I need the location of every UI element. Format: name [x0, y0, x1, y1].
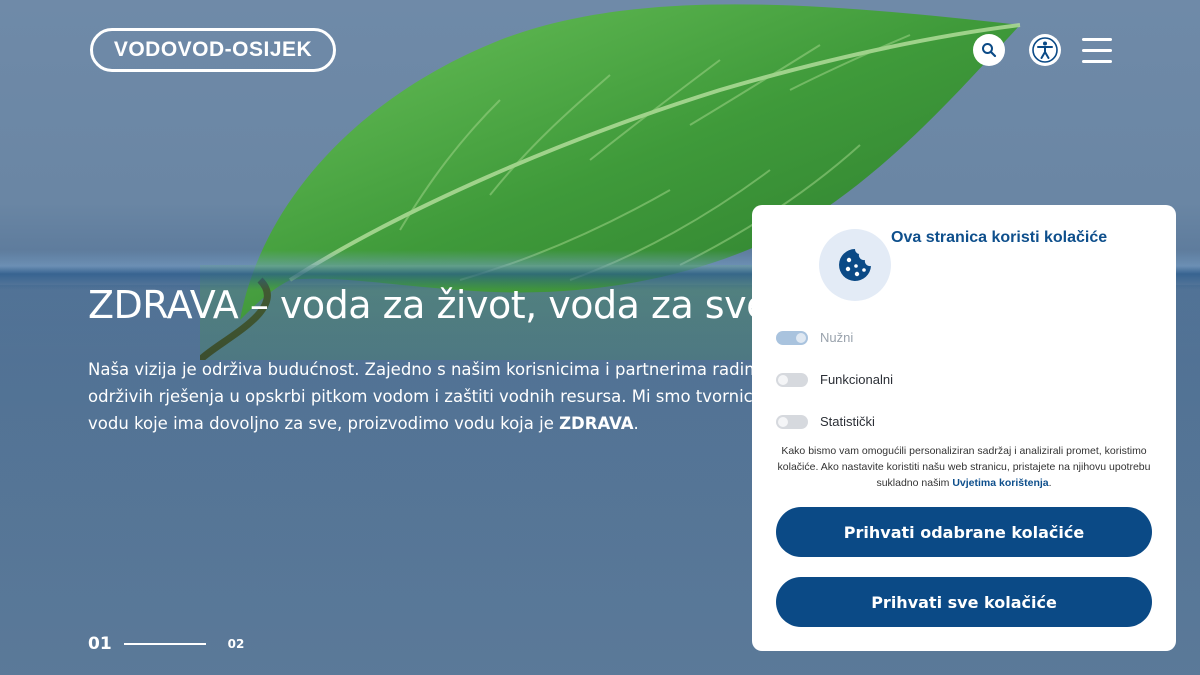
pager-current[interactable]: 01 [88, 634, 112, 654]
pager-next[interactable]: 02 [228, 637, 245, 651]
cookie-description-end: . [1048, 477, 1052, 489]
search-icon [982, 43, 997, 58]
hero-title: ZDRAVA – voda za život, voda za sve [88, 283, 769, 327]
cookie-option-necessary: Nužni [776, 330, 853, 345]
toggle-functional[interactable] [776, 372, 808, 387]
slider-pager: 01 02 [88, 634, 244, 654]
hero-text-emphasis: ZDRAVA [559, 414, 634, 433]
hero-text-line: vodu koje ima dovoljno za sve, proizvodi… [88, 410, 788, 437]
toggle-statistics[interactable] [776, 414, 808, 429]
menu-line [1082, 59, 1112, 63]
hero-text-end: . [633, 414, 639, 433]
hero-description: Naša vizija je održiva budućnost. Zajedn… [88, 356, 883, 437]
accessibility-button[interactable] [1029, 34, 1061, 66]
toggle-label: Funkcionalni [820, 372, 893, 387]
accept-selected-button[interactable]: Prihvati odabrane kolačiće [776, 507, 1152, 557]
toggle-label: Nužni [820, 330, 854, 345]
cookie-title: Ova stranica koristi kolačiće [891, 229, 1108, 246]
cookie-option-functional: Funkcionalni [776, 372, 893, 387]
accept-all-button[interactable]: Prihvati sve kolačiće [776, 577, 1152, 627]
accessibility-icon [1032, 37, 1058, 63]
hamburger-menu-button[interactable] [1082, 34, 1112, 66]
cookie-icon [839, 249, 871, 281]
cookie-option-statistics: Statistički [776, 414, 875, 429]
hero-text-segment: vodu koje ima dovoljno za sve, proizvodi… [88, 414, 554, 433]
pager-progress-line [123, 643, 206, 645]
menu-line [1082, 48, 1112, 52]
cookie-icon-badge [819, 229, 891, 301]
menu-line [1082, 37, 1112, 41]
terms-link[interactable]: Uvjetima korištenja [952, 477, 1048, 489]
cookie-consent-panel: Ova stranica koristi kolačiće Nužni Funk… [752, 205, 1176, 651]
search-button[interactable] [973, 34, 1005, 66]
toggle-necessary [776, 330, 808, 345]
logo[interactable]: VODOVOD-OSIJEK [90, 28, 336, 72]
toggle-label: Statistički [820, 414, 875, 429]
cookie-description: Kako bismo vam omogućili personaliziran … [776, 443, 1152, 491]
hero-text-line: Naša vizija je održiva budućnost. Zajedn… [88, 360, 879, 379]
hero-text-line: održivih rješenja u opskrbi pitkom vodom… [88, 387, 883, 406]
